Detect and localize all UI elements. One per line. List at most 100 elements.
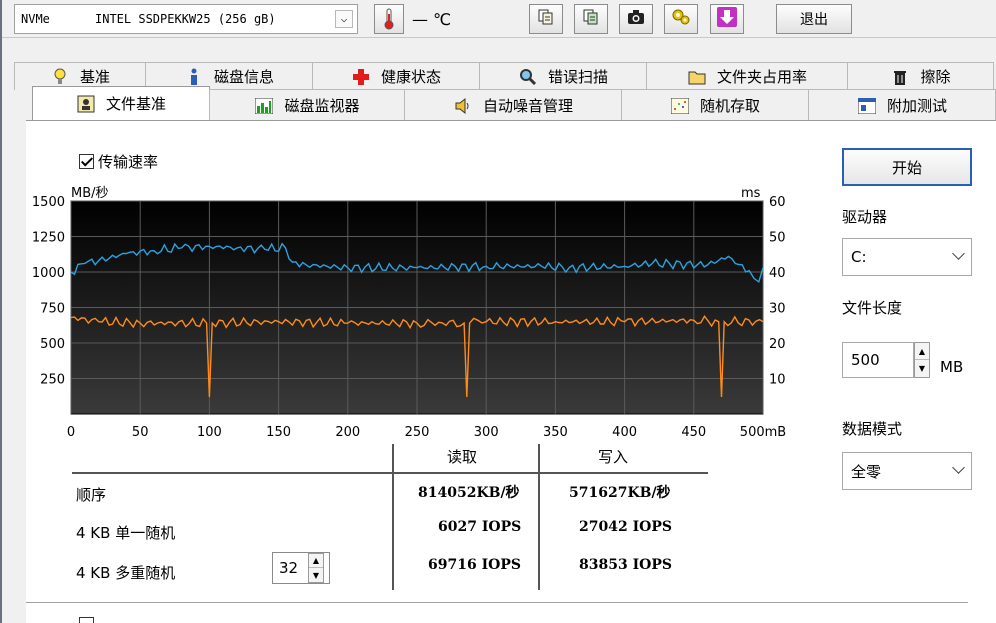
- tab-label: 磁盘信息: [213, 68, 274, 86]
- section-divider: [26, 602, 968, 603]
- tab-label: 健康状态: [380, 68, 441, 86]
- data-mode-select[interactable]: 全零: [842, 452, 972, 490]
- trash-icon: [890, 67, 910, 87]
- tab-error-scan[interactable]: 错误扫描: [479, 62, 647, 90]
- spin-up-icon[interactable]: ▲: [915, 343, 929, 360]
- camera-icon: [627, 9, 645, 29]
- data-mode-value: 全零: [851, 462, 882, 481]
- drive-model: INTEL SSDPEKKW25 (256 gB): [95, 12, 276, 26]
- tab-label: 错误扫描: [547, 68, 608, 86]
- copy-icon: [537, 8, 555, 30]
- x-tick-label: 100: [197, 425, 222, 440]
- chart-grid: [70, 200, 764, 415]
- y-tick-label-left: 1500: [32, 195, 65, 210]
- tab-acoustic[interactable]: 自动噪音管理: [404, 89, 622, 121]
- x-tick-label: 450: [681, 425, 706, 440]
- thermometer-icon: [374, 4, 404, 34]
- tab-file-benchmark[interactable]: 文件基准: [32, 86, 210, 120]
- options-button[interactable]: [664, 4, 698, 34]
- drive-letter-select[interactable]: C:: [842, 238, 972, 276]
- gears-icon: [671, 8, 691, 30]
- queue-depth-value: 32: [279, 559, 299, 577]
- spin-down-icon[interactable]: ▼: [915, 360, 929, 377]
- transfer-rate-checkbox[interactable]: [79, 154, 94, 169]
- drive-letter-value: C:: [851, 248, 867, 266]
- y-tick-label-right: 60: [769, 195, 786, 210]
- temperature-value: — ℃: [412, 9, 452, 29]
- tab-label: 文件基准: [105, 95, 166, 113]
- x-tick-label: 500mB: [740, 425, 786, 440]
- download-arrow-icon: [716, 6, 738, 32]
- window-icon: [857, 96, 877, 116]
- transfer-rate-option[interactable]: 传输速率: [79, 151, 158, 172]
- chevron-down-icon: [952, 461, 965, 474]
- tab-row-bottom: 文件基准 磁盘监视器 自动噪音管理 随机存取 附加测试: [32, 86, 996, 121]
- y-tick-label-left: 500: [40, 337, 65, 352]
- cross-icon: [351, 67, 371, 87]
- x-tick-label: 400: [612, 425, 637, 440]
- 4k-multi-write-value: 83853 IOPS: [579, 557, 672, 573]
- x-tick-label: 50: [132, 425, 149, 440]
- seq-read-value: 814052KB/秒: [418, 485, 520, 501]
- drive-dropdown[interactable]: NVMe INTEL SSDPEKKW25 (256 gB) ⌵: [14, 4, 358, 34]
- tab-random-access[interactable]: 随机存取: [621, 89, 809, 121]
- copy-all-button[interactable]: [574, 4, 608, 34]
- bottom-option-checkbox[interactable]: [79, 617, 94, 623]
- exit-button[interactable]: 退出: [776, 4, 852, 34]
- spin-down-icon[interactable]: ▼: [309, 568, 323, 582]
- tab-extra-tests[interactable]: 附加测试: [808, 89, 996, 121]
- bar-chart-icon: [254, 96, 274, 116]
- queue-depth-stepper[interactable]: ▲ ▼: [308, 553, 324, 583]
- download-button[interactable]: [710, 4, 744, 34]
- magnifier-icon: [518, 67, 538, 87]
- tab-label: 擦除: [920, 68, 951, 86]
- y-tick-label-right: 20: [769, 337, 786, 352]
- info-icon: [184, 67, 204, 87]
- x-tick-label: 300: [474, 425, 499, 440]
- table-header-rule: [72, 472, 708, 474]
- file-length-value: 500: [851, 351, 880, 369]
- screenshot-button[interactable]: [619, 4, 653, 34]
- tab-health[interactable]: 健康状态: [312, 62, 480, 90]
- x-tick-label: 200: [335, 425, 360, 440]
- data-mode-label: 数据模式: [842, 420, 903, 438]
- x-tick-label: 0: [67, 425, 75, 440]
- y-tick-label-left: 1000: [32, 266, 65, 281]
- 4k-single-read-value: 6027 IOPS: [438, 519, 522, 535]
- drive-type: NVMe: [21, 12, 50, 26]
- y-tick-label-left: 250: [40, 373, 65, 388]
- tab-label: 磁盘监视器: [284, 97, 360, 115]
- speaker-icon: [453, 96, 473, 116]
- tab-label: 随机存取: [699, 97, 760, 115]
- file-length-label: 文件长度: [842, 299, 903, 317]
- folder-icon: [687, 67, 707, 87]
- chevron-down-icon[interactable]: ⌵: [335, 10, 353, 28]
- file-length-stepper[interactable]: ▲ ▼: [914, 342, 930, 378]
- tab-label: 自动噪音管理: [482, 97, 573, 115]
- row-label-4k-multi: 4 KB 多重随机: [76, 564, 176, 582]
- spin-up-icon[interactable]: ▲: [309, 554, 323, 568]
- tab-folder-usage[interactable]: 文件夹占用率: [646, 62, 848, 90]
- toolbar: NVMe INTEL SSDPEKKW25 (256 gB) ⌵ — ℃ 退出: [2, 0, 996, 38]
- file-length-input[interactable]: 500: [842, 342, 914, 378]
- file-bench-icon: [76, 94, 96, 114]
- row-label-sequential: 顺序: [76, 486, 107, 504]
- y-tick-label-right: 10: [769, 373, 786, 388]
- x-tick-label: 150: [266, 425, 291, 440]
- copy-button[interactable]: [529, 4, 563, 34]
- table-divider: [538, 444, 540, 590]
- scatter-icon: [670, 96, 690, 116]
- temperature-display: — ℃: [374, 4, 472, 34]
- start-button[interactable]: 开始: [842, 148, 972, 186]
- y-tick-label-left: 750: [40, 302, 65, 317]
- tab-disk-monitor[interactable]: 磁盘监视器: [209, 89, 405, 121]
- y-tick-label-left: 1250: [32, 231, 65, 246]
- transfer-rate-label: 传输速率: [98, 153, 159, 171]
- table-divider: [392, 444, 394, 590]
- y-tick-label-right: 30: [769, 302, 786, 317]
- y-tick-label-right: 40: [769, 266, 786, 281]
- x-tick-label: 350: [543, 425, 568, 440]
- col-header-write: 写入: [598, 448, 629, 466]
- tab-erase[interactable]: 擦除: [847, 62, 994, 90]
- col-header-read: 读取: [447, 448, 478, 466]
